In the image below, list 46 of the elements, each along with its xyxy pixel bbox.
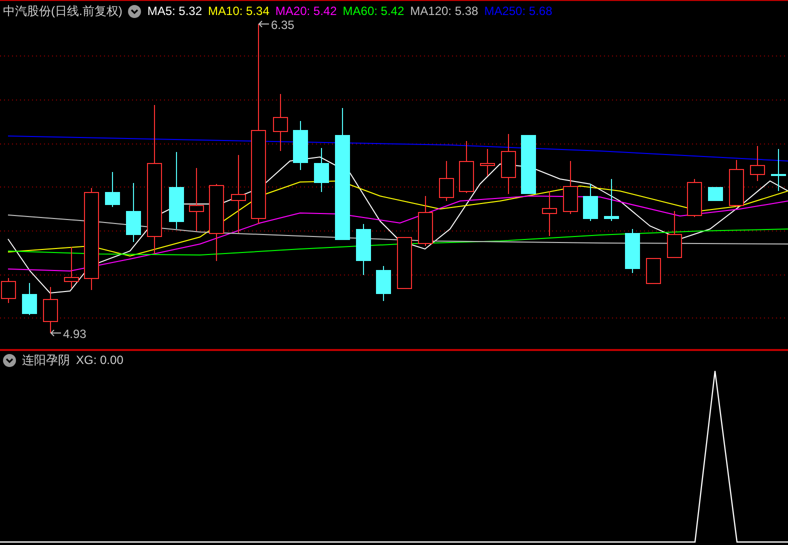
moving-average-value: MA250: 5.68 <box>484 3 552 20</box>
candlestick <box>1 278 16 304</box>
collapse-icon[interactable] <box>3 354 16 366</box>
indicator-title: 连阳孕阴 <box>22 352 70 369</box>
candlestick <box>646 258 661 284</box>
candlestick <box>687 178 702 218</box>
candlestick <box>459 140 474 194</box>
candlestick <box>273 94 288 152</box>
candlestick <box>667 210 682 258</box>
candlestick <box>750 146 765 182</box>
moving-average-value: MA120: 5.38 <box>410 3 478 20</box>
candlestick <box>439 160 454 202</box>
candlestick <box>563 160 578 214</box>
moving-average-value: MA5: 5.32 <box>147 3 202 20</box>
candlestick <box>604 178 619 222</box>
candlestick <box>43 286 58 334</box>
candlestick <box>22 282 37 316</box>
candlestick <box>729 160 744 208</box>
candlestick <box>189 168 204 232</box>
candlestick <box>293 120 308 170</box>
moving-average-value: MA10: 5.34 <box>208 3 270 20</box>
moving-average-value: MA60: 5.42 <box>342 3 404 20</box>
pointer-arrow-icon <box>50 330 62 336</box>
candlestick <box>708 186 723 202</box>
candlestick <box>771 148 786 192</box>
pointer-arrow-icon <box>258 20 270 28</box>
candlestick <box>521 134 536 194</box>
collapse-icon[interactable] <box>128 4 142 18</box>
candlestick <box>418 196 433 246</box>
candlestick <box>625 228 640 274</box>
candlestick <box>542 190 557 236</box>
candlestick <box>501 134 516 194</box>
candlestick <box>105 172 120 208</box>
candlestick <box>376 266 391 302</box>
candlestick <box>480 148 495 176</box>
moving-average-value: MA20: 5.42 <box>275 3 337 20</box>
indicator-value: XG: 0.00 <box>76 352 124 369</box>
price-label: 4.93 <box>63 327 86 341</box>
candlestick <box>126 182 141 242</box>
chart-title: 中汽股份(日线.前复权) <box>3 3 122 20</box>
candlestick <box>583 184 598 222</box>
candlestick <box>64 246 79 288</box>
candlestick <box>314 148 329 192</box>
candlestick <box>397 236 412 289</box>
price-label: 6.35 <box>271 18 294 32</box>
candlestick <box>356 224 371 276</box>
